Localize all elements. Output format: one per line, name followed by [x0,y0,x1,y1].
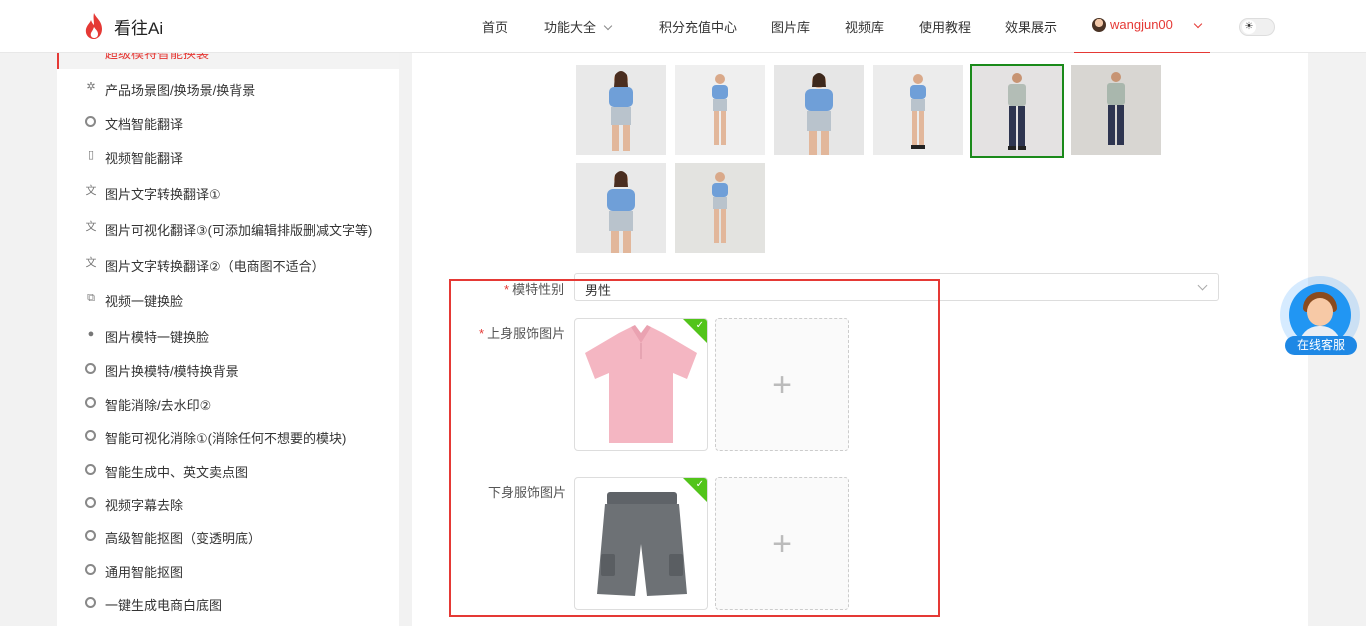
avatar [1092,18,1106,32]
nav-tutorial[interactable]: 使用教程 [919,17,971,36]
model-thumbnail[interactable] [675,65,765,155]
sidebar-item-label: 超级模特智能换装 [105,53,210,61]
nav-home[interactable]: 首页 [482,17,508,36]
translate-icon: 文 [85,257,97,269]
sidebar-item-label: 图片换模特/模特换背景 [105,364,239,379]
sun-icon: ☀ [1242,20,1256,34]
circle-icon [85,397,96,408]
model-figure-image [1008,73,1026,150]
username: wangjun00 [1110,17,1173,32]
sidebar-item-video-faceswap[interactable]: ⧉ 视频一键换脸 [57,284,399,314]
chevron-down-icon [1193,19,1203,29]
agent-face [1307,298,1333,326]
nav-recharge[interactable]: 积分充值中心 [659,17,737,36]
aperture-icon: ✲ [86,81,96,93]
model-figure-image [1107,72,1125,145]
sidebar-item-label: 产品场景图/换场景/换背景 [105,83,256,98]
circle-icon [85,597,96,608]
logo-text: 看往Ai [114,18,164,38]
sidebar-item-selling-points[interactable]: 智能生成中、英文卖点图 [57,455,399,485]
sidebar-item-label: 智能消除/去水印② [105,398,212,413]
circle-icon [85,116,96,127]
sidebar-item-label: 高级智能抠图（变透明底） [105,531,262,546]
support-label: 在线客服 [1285,336,1357,355]
top-header: 看往Ai 首页 功能大全 积分充值中心 图片库 视频库 使用教程 效果展示 wa… [0,0,1366,53]
logo[interactable]: 看往Ai [82,12,163,40]
nav-features[interactable]: 功能大全 [544,17,613,36]
circle-icon [85,564,96,575]
sidebar-item-label: 文档智能翻译 [105,117,184,132]
model-figure-image [712,74,728,145]
copy-icon: ⧉ [87,292,95,304]
model-thumbnail[interactable] [873,65,963,155]
sidebar-item-video-translate[interactable]: ▯ 视频智能翻译 [57,141,399,171]
sidebar-item-label: 通用智能抠图 [105,565,184,580]
model-thumbnail[interactable] [576,65,666,155]
nav-showcase[interactable]: 效果展示 [1005,17,1057,36]
sidebar-item-doc-translate[interactable]: 文档智能翻译 [57,107,399,137]
user-menu[interactable]: wangjun00 [1074,0,1210,53]
sidebar-item-label: 图片文字转换翻译②（电商图不适合） [105,259,325,274]
chevron-down-icon [1197,280,1208,291]
sidebar-item-label: 图片可视化翻译③(可添加编辑排版删减文字等) [105,223,373,238]
sidebar-item-label: 智能可视化消除①(消除任何不想要的模块) [105,431,347,446]
sidebar-item-label: 视频字幕去除 [105,498,184,513]
theme-toggle[interactable]: ☀ [1239,18,1275,36]
sidebar-item-label: 图片文字转换翻译① [105,187,221,202]
circle-icon [85,464,96,475]
nav-image-library[interactable]: 图片库 [771,17,810,36]
model-thumbnail[interactable] [774,65,864,155]
model-figure-image [607,171,635,253]
sidebar-item-advanced-cutout[interactable]: 高级智能抠图（变透明底） [57,521,399,551]
sidebar: 超级模特智能换装 ✲ 产品场景图/换场景/换背景 文档智能翻译 ▯ 视频智能翻译… [57,53,399,626]
highlight-annotation-box [449,279,940,617]
model-thumbnail[interactable] [1071,65,1161,155]
nav-video-library[interactable]: 视频库 [845,17,884,36]
sidebar-item-model-swap[interactable]: 图片换模特/模特换背景 [57,354,399,384]
model-thumbnail[interactable] [675,163,765,253]
sidebar-item-visual-erase[interactable]: 智能可视化消除①(消除任何不想要的模块) [57,421,399,451]
model-thumbnail-selected[interactable] [970,64,1064,158]
sidebar-item-image-text-translate-2[interactable]: 文 图片文字转换翻译②（电商图不适合） [57,249,399,279]
sidebar-item-active[interactable]: 超级模特智能换装 [57,53,399,69]
model-figure-image [712,172,728,243]
model-thumbnail[interactable] [576,163,666,253]
sidebar-item-product-scene[interactable]: ✲ 产品场景图/换场景/换背景 [57,73,399,103]
nav-features-label: 功能大全 [544,20,597,35]
sidebar-item-white-bg[interactable]: 一键生成电商白底图 [57,588,399,618]
sidebar-item-image-text-translate-1[interactable]: 文 图片文字转换翻译① [57,177,399,207]
circle-icon [85,497,96,508]
online-support-widget[interactable]: 在线客服 [1280,272,1362,358]
translate-icon: 文 [85,221,97,233]
circle-icon [85,363,96,374]
sidebar-item-label: 智能生成中、英文卖点图 [105,465,249,480]
sidebar-item-image-faceswap[interactable]: ● 图片模特一键换脸 [57,320,399,350]
sidebar-item-visual-translate-3[interactable]: 文 图片可视化翻译③(可添加编辑排版删减文字等) [57,213,399,243]
circle-icon [85,530,96,541]
sidebar-item-watermark-remove[interactable]: 智能消除/去水印② [57,388,399,418]
person-icon: ● [87,328,95,340]
translate-icon: 文 [85,185,97,197]
model-figure-image [910,74,926,149]
model-figure-image [609,71,633,151]
sidebar-item-general-cutout[interactable]: 通用智能抠图 [57,555,399,585]
tablet-icon: ▯ [87,149,95,161]
model-figure-image [805,73,833,155]
sidebar-item-label: 视频智能翻译 [105,151,184,166]
chevron-down-icon [603,21,613,31]
sidebar-item-label: 图片模特一键换脸 [105,330,210,345]
sidebar-item-label: 视频一键换脸 [105,294,184,309]
flame-logo-icon [85,13,102,39]
sidebar-item-subtitle-remove[interactable]: 视频字幕去除 [57,488,399,518]
sidebar-item-label: 一键生成电商白底图 [105,598,223,613]
circle-icon [85,430,96,441]
